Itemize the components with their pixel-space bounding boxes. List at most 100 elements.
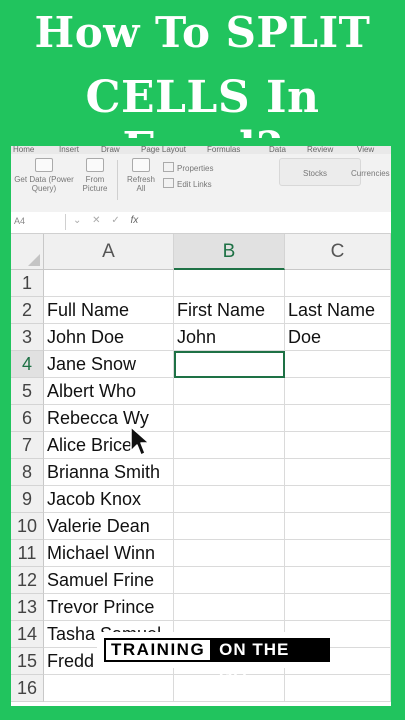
cell-c9[interactable] [285,486,391,513]
cell-b6[interactable] [174,405,285,432]
cell-c1[interactable] [285,270,391,297]
tab-view[interactable]: View [357,146,374,154]
row-header-15[interactable]: 15 [11,648,44,675]
tab-page-layout[interactable]: Page Layout [141,146,186,154]
cell-b8[interactable] [174,459,285,486]
tab-review[interactable]: Review [307,146,333,154]
row-header-2[interactable]: 2 [11,297,44,324]
name-box-value: A4 [14,216,26,226]
cell-c12[interactable] [285,567,391,594]
properties-label: Properties [177,164,214,173]
row-header-1[interactable]: 1 [11,270,44,297]
logo-on-the-go-text: ON THE GO [212,638,330,683]
row-header-13[interactable]: 13 [11,594,44,621]
cell-c5[interactable] [285,378,391,405]
cell-a2[interactable]: Full Name [44,297,174,324]
cell-b4[interactable] [174,351,285,378]
cell-c8[interactable] [285,459,391,486]
edit-links-button[interactable]: Edit Links [163,178,212,189]
screenshot-frame: Home Insert Draw Page Layout Formulas Da… [0,138,405,720]
tab-home[interactable]: Home [13,146,34,154]
tab-formulas[interactable]: Formulas [207,146,240,154]
cell-c16[interactable] [285,675,391,702]
edit-links-label: Edit Links [177,180,212,189]
row-header-8[interactable]: 8 [11,459,44,486]
row-header-12[interactable]: 12 [11,567,44,594]
ribbon-tab-strip: Home Insert Draw Page Layout Formulas Da… [11,146,391,154]
column-header-c[interactable]: C [285,234,391,270]
row-header-7[interactable]: 7 [11,432,44,459]
row-header-4[interactable]: 4 [11,351,44,378]
row-header-16[interactable]: 16 [11,675,44,702]
cell-c11[interactable] [285,540,391,567]
refresh-all-button[interactable]: Refresh All [123,158,159,193]
cell-c4[interactable] [285,351,391,378]
tab-draw[interactable]: Draw [101,146,120,154]
tab-insert[interactable]: Insert [59,146,79,154]
row-header-3[interactable]: 3 [11,324,44,351]
chevron-down-icon[interactable]: ⌄ [73,215,81,226]
currencies-button[interactable]: Currencies [351,169,390,178]
cell-a10[interactable]: Valerie Dean [44,513,174,540]
cell-b10[interactable] [174,513,285,540]
cell-a12[interactable]: Samuel Frine [44,567,174,594]
cell-a11[interactable]: Michael Winn [44,540,174,567]
cell-a8[interactable]: Brianna Smith [44,459,174,486]
check-icon[interactable]: ✓ [111,215,119,226]
get-data-label: Get Data (Power Query) [14,175,74,193]
cell-c3[interactable]: Doe [285,324,391,351]
get-data-button[interactable]: Get Data (Power Query) [13,158,75,193]
cell-c10[interactable] [285,513,391,540]
name-box[interactable]: A4 [11,214,66,230]
cell-a7[interactable]: Alice Brice [44,432,174,459]
cell-a6[interactable]: Rebecca Wy [44,405,174,432]
cell-b12[interactable] [174,567,285,594]
training-on-the-go-logo: TRAINING ON THE GO [97,632,330,683]
from-picture-button[interactable]: From Picture [77,158,113,193]
cell-b1[interactable] [174,270,285,297]
mouse-pointer-icon [130,426,150,456]
select-all-corner[interactable] [11,234,44,270]
cell-a5[interactable]: Albert Who [44,378,174,405]
cell-b7[interactable] [174,432,285,459]
cell-a4[interactable]: Jane Snow [44,351,174,378]
formula-bar: A4 ⌄ ✕ ✓ fx [11,212,391,234]
link-icon [163,178,174,188]
cell-a1[interactable] [44,270,174,297]
tab-data[interactable]: Data [269,146,286,154]
cell-c6[interactable] [285,405,391,432]
row-header-10[interactable]: 10 [11,513,44,540]
row-header-6[interactable]: 6 [11,405,44,432]
column-header-b[interactable]: B [174,234,285,270]
row-header-5[interactable]: 5 [11,378,44,405]
row-header-9[interactable]: 9 [11,486,44,513]
cell-c7[interactable] [285,432,391,459]
cell-a13[interactable]: Trevor Prince [44,594,174,621]
cell-b2[interactable]: First Name [174,297,285,324]
cell-b9[interactable] [174,486,285,513]
stocks-button[interactable]: Stocks [303,169,327,178]
cell-c2[interactable]: Last Name [285,297,391,324]
excel-window: Home Insert Draw Page Layout Formulas Da… [11,146,391,706]
column-header-a[interactable]: A [44,234,174,270]
row-header-14[interactable]: 14 [11,621,44,648]
function-icon[interactable]: fx [131,215,139,226]
cell-a3[interactable]: John Doe [44,324,174,351]
formula-bar-icons: ⌄ ✕ ✓ fx [73,215,146,226]
cell-b11[interactable] [174,540,285,567]
cell-b3[interactable]: John [174,324,285,351]
title-banner: How To SPLIT CELLS In Excel? [0,0,405,174]
ribbon: Get Data (Power Query) From Picture Refr… [11,154,391,213]
cell-b13[interactable] [174,594,285,621]
refresh-icon [132,158,150,172]
cell-a16[interactable] [44,675,174,702]
cell-a9[interactable]: Jacob Knox [44,486,174,513]
from-picture-label: From Picture [82,175,108,193]
properties-button[interactable]: Properties [163,162,213,173]
cell-c13[interactable] [285,594,391,621]
cancel-icon[interactable]: ✕ [92,215,100,226]
database-icon [35,158,53,172]
cell-b5[interactable] [174,378,285,405]
row-header-11[interactable]: 11 [11,540,44,567]
title-line-1: How To SPLIT [34,8,371,57]
